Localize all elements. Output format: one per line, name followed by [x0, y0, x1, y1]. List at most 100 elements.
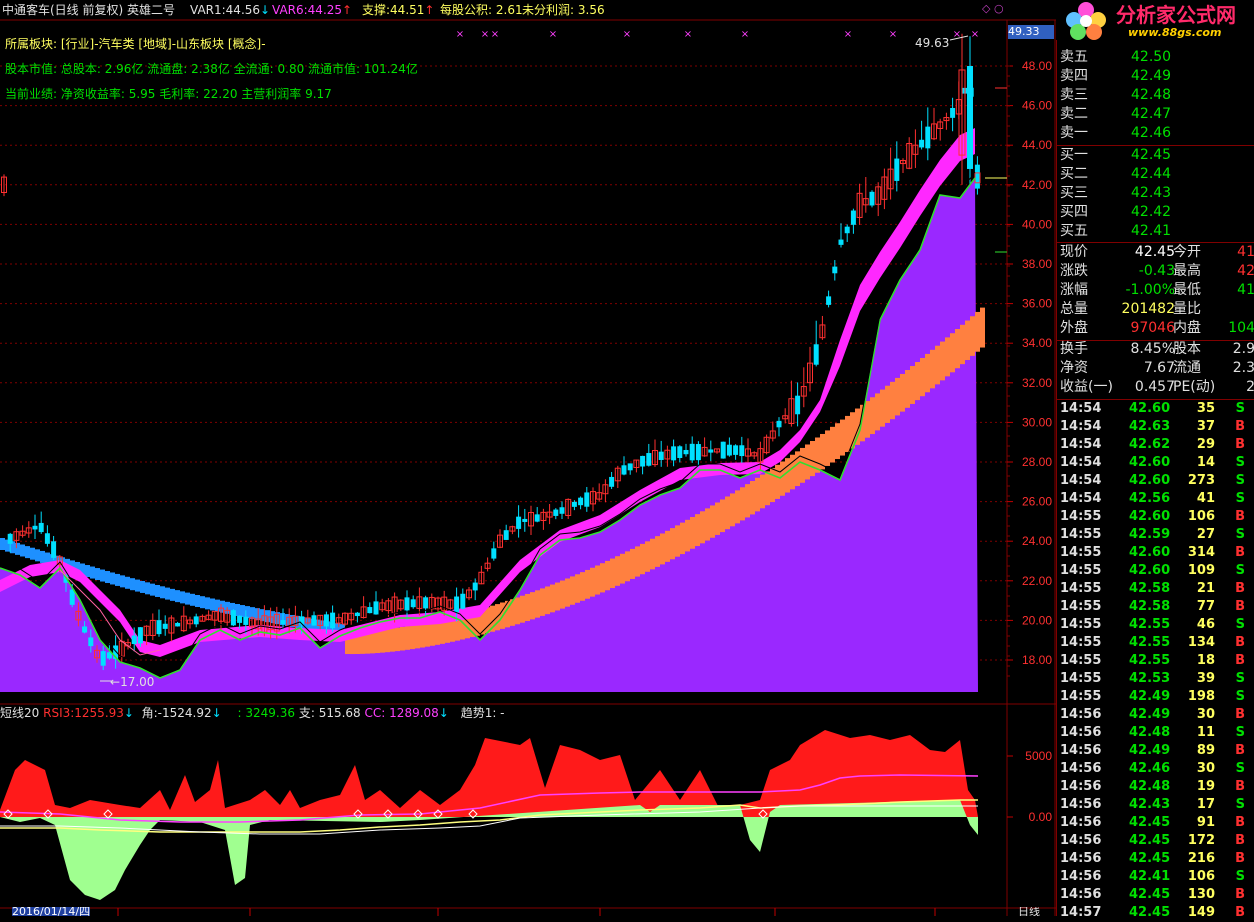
trade-row[interactable]: 14:55 42.55 18 B — [1057, 652, 1254, 670]
bid-row[interactable]: 买三 42.43 — [1057, 184, 1254, 203]
trade-price: 42.60 — [1129, 473, 1171, 488]
trade-row[interactable]: 14:56 42.49 30 B — [1057, 706, 1254, 724]
trade-volume: 198 — [1187, 689, 1215, 704]
trade-row[interactable]: 14:55 42.53 39 S — [1057, 670, 1254, 688]
window-title: 中通客车(日线 前复权) 英雄二号 — [2, 3, 175, 17]
trade-row[interactable]: 14:54 42.60 14 S — [1057, 454, 1254, 472]
signal-marker: × — [481, 29, 489, 40]
orange-band-step — [695, 514, 700, 547]
trade-row[interactable]: 14:55 42.55 134 B — [1057, 634, 1254, 652]
blue-band-step — [20, 544, 25, 557]
trade-row[interactable]: 14:56 42.41 106 S — [1057, 868, 1254, 886]
trade-volume: 39 — [1196, 671, 1215, 686]
trade-price: 42.58 — [1129, 599, 1171, 614]
trade-row[interactable]: 14:56 42.45 91 B — [1057, 814, 1254, 832]
candle-down — [410, 599, 416, 608]
trade-row[interactable]: 14:56 42.49 89 B — [1057, 742, 1254, 760]
main-chart[interactable]: × × × × × × × × × × × 48.0046.0044.0042.0040.0038.… — [0, 0, 1056, 916]
trade-row[interactable]: 14:56 42.43 17 S — [1057, 796, 1254, 814]
trade-row[interactable]: 14:56 42.45 130 B — [1057, 886, 1254, 904]
blue-band-step — [130, 578, 135, 591]
candle-down — [695, 444, 701, 461]
trade-side: S — [1235, 563, 1245, 578]
candle-down — [683, 449, 689, 455]
trade-row[interactable]: 14:56 42.46 30 S — [1057, 760, 1254, 778]
ask-row[interactable]: 卖四 42.49 — [1057, 67, 1254, 86]
trade-row[interactable]: 14:54 42.63 37 B — [1057, 418, 1254, 436]
orange-band-step — [905, 370, 910, 408]
trade-row[interactable]: 14:56 42.48 19 B — [1057, 778, 1254, 796]
trade-row[interactable]: 14:56 42.48 11 S — [1057, 724, 1254, 742]
bid-row[interactable]: 买一 42.45 — [1057, 146, 1254, 165]
orange-band-step — [650, 538, 655, 570]
trade-row[interactable]: 14:54 42.60 35 S — [1057, 400, 1254, 418]
lower-indicator-plot — [0, 730, 979, 916]
trade-volume: 27 — [1196, 527, 1215, 542]
orange-band-step — [880, 389, 885, 427]
candle-down — [323, 614, 329, 627]
trade-row[interactable]: 14:57 42.45 149 B — [1057, 904, 1254, 922]
trade-row[interactable]: 14:55 42.49 198 S — [1057, 688, 1254, 706]
blue-band-step — [90, 566, 95, 579]
blue-band-step — [95, 568, 100, 581]
trade-row[interactable]: 14:55 42.59 27 S — [1057, 526, 1254, 544]
orange-band-step — [420, 623, 425, 648]
bid-row[interactable]: 买五 42.41 — [1057, 222, 1254, 241]
blue-band-step — [170, 588, 175, 601]
window-controls[interactable]: ◇ ○ — [982, 2, 1004, 16]
blue-band-step — [100, 569, 105, 582]
var1-label: VAR1:44.56↓ — [190, 3, 271, 17]
trade-row[interactable]: 14:55 42.60 314 B — [1057, 544, 1254, 562]
candle-down — [131, 635, 137, 645]
candle-down — [193, 616, 199, 625]
candle-down — [100, 651, 106, 666]
signal-marker: × — [741, 29, 749, 40]
trade-side: B — [1235, 599, 1245, 614]
trade-side: B — [1235, 743, 1245, 758]
fundamental-value: 0.457 — [1134, 379, 1175, 395]
trade-row[interactable]: 14:54 42.56 41 S — [1057, 490, 1254, 508]
trade-volume: 130 — [1187, 887, 1215, 902]
undist-value: 3.56 — [577, 3, 605, 17]
trade-row[interactable]: 14:55 42.58 77 B — [1057, 598, 1254, 616]
trade-row[interactable]: 14:54 42.62 29 B — [1057, 436, 1254, 454]
trade-row[interactable]: 14:54 42.60 273 S — [1057, 472, 1254, 490]
quote-row: 总量 201482 量比 — [1057, 300, 1254, 319]
orange-band-step — [585, 569, 590, 599]
candle-down — [627, 463, 633, 471]
bid-row[interactable]: 买四 42.42 — [1057, 203, 1254, 222]
trade-side: S — [1235, 725, 1245, 740]
trade-time: 14:57 — [1060, 905, 1102, 920]
ask-row[interactable]: 卖三 42.48 — [1057, 86, 1254, 105]
ask-row[interactable]: 卖二 42.47 — [1057, 105, 1254, 124]
orange-band-step — [740, 487, 745, 521]
trade-time: 14:55 — [1060, 599, 1102, 614]
fundamental-value: 8.45% — [1130, 341, 1175, 357]
trade-row[interactable]: 14:56 42.45 172 B — [1057, 832, 1254, 850]
quote-label: 外盘 — [1060, 320, 1088, 336]
trade-row[interactable]: 14:55 42.60 109 S — [1057, 562, 1254, 580]
bid-row[interactable]: 买二 42.44 — [1057, 165, 1254, 184]
candle-down — [354, 612, 360, 617]
orange-band-step — [600, 563, 605, 593]
rsi-label: RSI3:1255.93↓ — [43, 706, 134, 720]
trade-row[interactable]: 14:56 42.45 216 B — [1057, 850, 1254, 868]
ask-row[interactable]: 卖一 42.46 — [1057, 124, 1254, 143]
trade-time: 14:55 — [1060, 635, 1102, 650]
trade-row[interactable]: 14:55 42.58 21 B — [1057, 580, 1254, 598]
blue-band-step — [160, 586, 165, 599]
trade-price: 42.63 — [1129, 419, 1171, 434]
ask-row[interactable]: 卖五 42.50 — [1057, 48, 1254, 67]
trade-volume: 109 — [1187, 563, 1215, 578]
blue-band-step — [25, 546, 30, 559]
ask-price: 42.50 — [1131, 49, 1172, 65]
orange-band-step — [550, 584, 555, 613]
trade-price: 42.49 — [1129, 743, 1171, 758]
trade-volume: 30 — [1196, 761, 1215, 776]
trade-side: S — [1235, 617, 1245, 632]
trade-row[interactable]: 14:55 42.60 106 B — [1057, 508, 1254, 526]
trade-row[interactable]: 14:55 42.55 46 S — [1057, 616, 1254, 634]
orange-band-step — [810, 441, 815, 477]
orange-band-step — [580, 572, 585, 601]
trade-side: S — [1235, 869, 1245, 884]
